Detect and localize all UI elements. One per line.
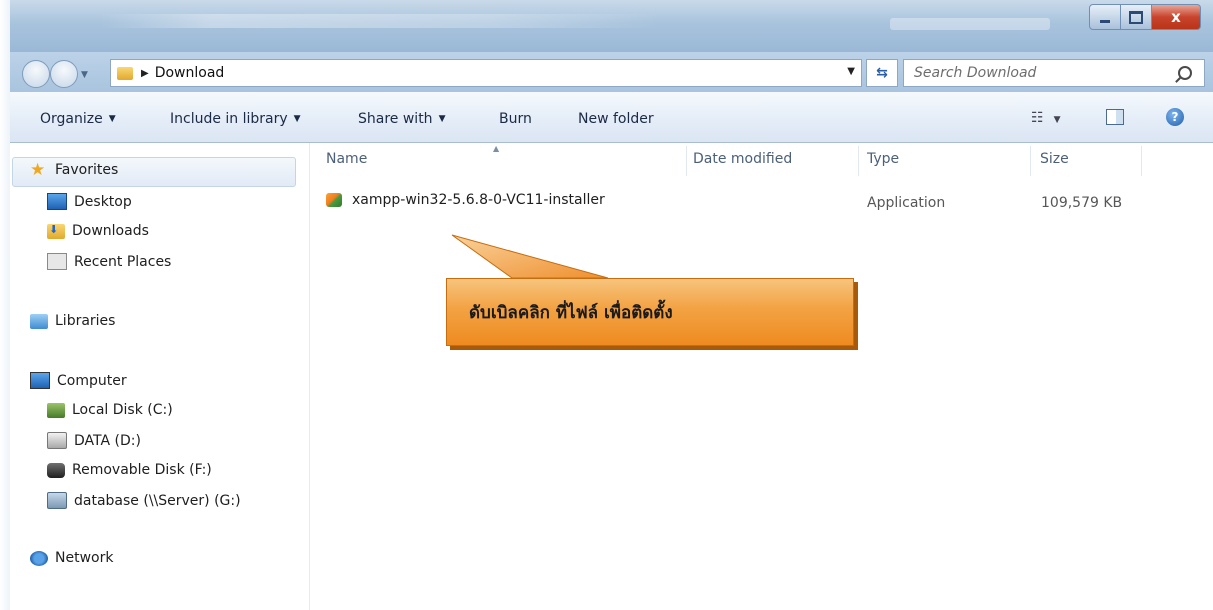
new-folder-button[interactable]: New folder xyxy=(578,111,654,127)
address-dropdown-icon[interactable]: ▼ xyxy=(847,66,855,77)
nav-item-computer[interactable]: Computer xyxy=(30,372,127,389)
nav-item-network[interactable]: Network xyxy=(30,550,113,566)
title-bar: x xyxy=(10,0,1213,52)
window-controls: x xyxy=(1089,4,1201,30)
burn-label: Burn xyxy=(499,111,532,127)
organize-label: Organize xyxy=(40,111,103,127)
file-type: Application xyxy=(867,195,946,211)
share-with-button[interactable]: Share with ▼ xyxy=(358,111,445,127)
nav-label: Recent Places xyxy=(74,253,172,270)
minimize-button[interactable] xyxy=(1089,4,1121,30)
window-left-edge xyxy=(0,0,10,610)
network-icon xyxy=(30,550,48,566)
nav-item-network-drive[interactable]: database (\\Server) (G:) xyxy=(47,492,241,509)
chevron-down-icon: ▼ xyxy=(1053,115,1061,125)
help-icon[interactable]: ? xyxy=(1166,108,1184,126)
change-view-button[interactable]: ☷ ▼ xyxy=(1031,110,1060,126)
minimize-icon xyxy=(1100,19,1110,23)
libraries-icon xyxy=(30,313,48,329)
column-divider[interactable] xyxy=(686,146,687,176)
column-divider[interactable] xyxy=(1141,146,1142,176)
column-divider[interactable] xyxy=(1030,146,1031,176)
file-size: 109,579 KB xyxy=(1041,195,1123,211)
computer-icon xyxy=(30,372,50,389)
column-header-date-modified[interactable]: Date modified xyxy=(693,151,792,167)
instruction-callout: ดับเบิลคลิก ที่ไฟล์ เพื่อติดตั้ง xyxy=(446,278,854,346)
nav-item-local-disk[interactable]: Local Disk (C:) xyxy=(47,402,173,418)
share-with-label: Share with xyxy=(358,111,433,127)
breadcrumb-download[interactable]: Download xyxy=(155,65,225,81)
chevron-down-icon: ▼ xyxy=(293,114,301,124)
callout-pointer xyxy=(451,234,610,279)
removable-disk-icon xyxy=(47,462,65,478)
nav-label: Favorites xyxy=(55,162,119,178)
star-icon: ★ xyxy=(30,159,46,180)
hard-drive-icon xyxy=(47,432,67,449)
nav-item-libraries[interactable]: Libraries xyxy=(30,313,115,329)
callout-text: ดับเบิลคลิก ที่ไฟล์ เพื่อติดตั้ง xyxy=(469,302,673,323)
maximize-icon xyxy=(1129,10,1143,24)
nav-label: Computer xyxy=(57,372,127,389)
chevron-down-icon: ▼ xyxy=(438,114,446,124)
preview-pane-icon[interactable] xyxy=(1106,109,1124,125)
include-in-library-label: Include in library xyxy=(170,111,288,127)
blurred-breadcrumb xyxy=(100,14,660,28)
sort-ascending-icon: ▲ xyxy=(493,144,500,153)
nav-item-removable-disk[interactable]: Removable Disk (F:) xyxy=(47,462,212,478)
burn-button[interactable]: Burn xyxy=(499,111,532,127)
column-header-type[interactable]: Type xyxy=(867,151,899,167)
search-box[interactable]: Search Download xyxy=(903,59,1205,87)
forward-button[interactable] xyxy=(50,60,78,88)
back-button[interactable] xyxy=(22,60,50,88)
search-input[interactable]: Search Download xyxy=(914,65,1178,81)
nav-label: Downloads xyxy=(72,223,149,239)
folder-icon xyxy=(117,66,133,80)
organize-button[interactable]: Organize ▼ xyxy=(40,111,116,127)
pane-divider[interactable] xyxy=(309,143,310,610)
new-folder-label: New folder xyxy=(578,111,654,127)
nav-item-data-drive[interactable]: DATA (D:) xyxy=(47,432,141,449)
nav-label: Removable Disk (F:) xyxy=(72,462,212,478)
recent-places-icon xyxy=(47,253,67,270)
column-header-size[interactable]: Size xyxy=(1040,151,1069,167)
breadcrumb-arrow-icon[interactable]: ▶ xyxy=(141,68,149,79)
downloads-folder-icon xyxy=(47,223,65,239)
recent-pages-dropdown-icon[interactable]: ▼ xyxy=(81,70,88,80)
column-header-name[interactable]: Name xyxy=(326,151,367,167)
close-icon: x xyxy=(1171,8,1181,26)
nav-label: database (\\Server) (G:) xyxy=(74,492,241,509)
local-disk-icon xyxy=(47,402,65,418)
nav-item-favorites[interactable]: ★ Favorites xyxy=(30,159,119,180)
nav-label: Desktop xyxy=(74,193,132,210)
file-name[interactable]: xampp-win32-5.6.8-0-VC11-installer xyxy=(352,192,605,208)
maximize-button[interactable] xyxy=(1121,4,1152,30)
address-bar[interactable]: ▶ Download ▼ xyxy=(110,59,862,87)
nav-label: Libraries xyxy=(55,313,116,329)
refresh-icon: ⇆ xyxy=(876,65,888,81)
xampp-installer-icon xyxy=(326,193,342,207)
command-bar: Organize ▼ Include in library ▼ Share with… xyxy=(10,92,1213,143)
nav-label: DATA (D:) xyxy=(74,432,141,449)
include-in-library-button[interactable]: Include in library ▼ xyxy=(170,111,301,127)
network-drive-icon xyxy=(47,492,67,509)
chevron-down-icon: ▼ xyxy=(108,114,116,124)
nav-item-downloads[interactable]: Downloads xyxy=(47,223,149,239)
nav-item-desktop[interactable]: Desktop xyxy=(47,193,132,210)
file-row[interactable]: xampp-win32-5.6.8-0-VC11-installer xyxy=(326,192,605,208)
view-list-icon: ☷ xyxy=(1031,110,1044,126)
search-icon[interactable] xyxy=(1178,66,1192,80)
nav-label: Network xyxy=(55,550,114,566)
desktop-icon xyxy=(47,193,67,210)
blurred-search-text xyxy=(890,18,1050,30)
address-row: ▼ ▶ Download ▼ ⇆ Search Download xyxy=(10,52,1213,92)
column-divider[interactable] xyxy=(858,146,859,176)
refresh-button[interactable]: ⇆ xyxy=(866,59,898,87)
nav-label: Local Disk (C:) xyxy=(72,402,173,418)
close-button[interactable]: x xyxy=(1152,4,1201,30)
nav-item-recent-places[interactable]: Recent Places xyxy=(47,253,171,270)
